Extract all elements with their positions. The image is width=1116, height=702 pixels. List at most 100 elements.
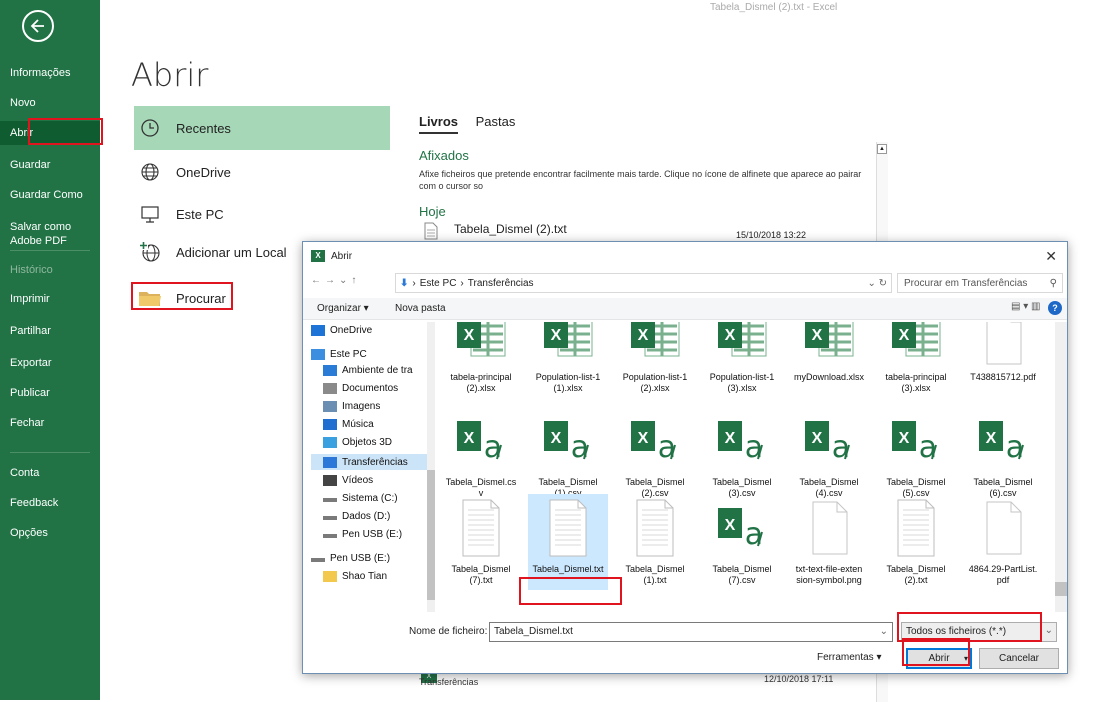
- new-folder-button[interactable]: Nova pasta: [395, 303, 446, 314]
- filename-field[interactable]: Tabela_Dismel.txt ⌄: [489, 622, 893, 642]
- backstage-item-abrir[interactable]: Abrir: [0, 121, 100, 145]
- blank-file-icon: [971, 496, 1035, 562]
- file-item[interactable]: Xa Tabela_Dismel (7).csv: [702, 494, 782, 590]
- excel-csv-icon: Xa: [623, 409, 687, 475]
- page-title: Abrir: [131, 56, 209, 94]
- location-recentes[interactable]: Recentes: [134, 106, 390, 150]
- file-item[interactable]: Tabela_Dismel.txt: [528, 494, 608, 590]
- file-item[interactable]: Xa Tabela_Dismel (1).csv: [528, 407, 608, 503]
- backstage-item-guardar-como[interactable]: Guardar Como: [0, 188, 100, 202]
- file-item[interactable]: Xtabela-principal (3).xlsx: [876, 322, 956, 416]
- tab-livros[interactable]: Livros: [419, 114, 459, 134]
- dropdown-arrow-icon[interactable]: ▾: [964, 654, 968, 663]
- nav-item[interactable]: Sistema (C:): [323, 490, 398, 506]
- nav-arrows[interactable]: ←→⌄↑: [311, 275, 360, 286]
- help-icon[interactable]: ?: [1048, 301, 1062, 315]
- pinned-heading: Afixados: [419, 148, 469, 163]
- file-item[interactable]: XmyDownload.xlsx: [789, 322, 869, 416]
- files-scroll-thumb[interactable]: [1055, 582, 1067, 596]
- file-item[interactable]: Xa Tabela_Dismel (2).csv: [615, 407, 695, 503]
- backstage-item-publicar[interactable]: Publicar: [0, 386, 100, 400]
- organize-button[interactable]: Organizar ▾: [317, 303, 369, 314]
- address-bar[interactable]: ⬇ › Este PC › Transferências ⌄ ↻: [395, 273, 892, 293]
- file-item[interactable]: Xa Tabela_Dismel (6).csv: [963, 407, 1043, 503]
- backstage-item-exportar[interactable]: Exportar: [0, 356, 100, 370]
- file-item[interactable]: T438815712.pdf: [963, 322, 1043, 416]
- nav-item[interactable]: Música: [323, 416, 374, 432]
- file-item[interactable]: X Population-list-1 (2).xlsx: [615, 322, 695, 416]
- drive-icon: [323, 498, 337, 502]
- file-item[interactable]: X Population-list-1 (3).xlsx: [702, 322, 782, 416]
- breadcrumb-este-pc[interactable]: Este PC: [420, 278, 457, 289]
- nav-scroll-thumb[interactable]: [427, 470, 435, 600]
- file-item[interactable]: Tabela_Dismel (7).txt: [441, 494, 521, 590]
- blank-file-icon: [797, 496, 861, 562]
- chevron-down-icon[interactable]: ⌄: [880, 626, 888, 637]
- svg-text:X: X: [899, 430, 910, 447]
- file-name: Population-list-1 (1).xlsx: [535, 372, 601, 393]
- file-item[interactable]: 4864.29-PartList. pdf: [963, 494, 1043, 590]
- backstage-item-guardar[interactable]: Guardar: [0, 158, 100, 172]
- dialog-bottom-bar: Nome de ficheiro: Tabela_Dismel.txt ⌄ To…: [303, 614, 1067, 674]
- nav-item[interactable]: Ambiente de tra: [323, 362, 413, 378]
- back-arrow-icon[interactable]: [22, 10, 54, 42]
- nav-item[interactable]: Este PC: [311, 346, 367, 362]
- window-title: Tabela_Dismel (2).txt - Excel: [710, 2, 838, 13]
- scroll-up-icon[interactable]: ▲: [877, 144, 887, 154]
- nav-item[interactable]: Dados (D:): [323, 508, 390, 524]
- backstage-item-salvar-pdf[interactable]: Salvar como Adobe PDF: [0, 220, 100, 248]
- file-item[interactable]: Xa Tabela_Dismel.cs v: [441, 407, 521, 503]
- nav-item[interactable]: OneDrive: [311, 322, 372, 338]
- address-row: ←→⌄↑ ⬇ › Este PC › Transferências ⌄ ↻ Pr…: [303, 270, 1067, 296]
- tab-pastas[interactable]: Pastas: [476, 114, 516, 129]
- nav-item-label: Shao Tian: [342, 570, 388, 582]
- nav-item[interactable]: Pen USB (E:): [311, 550, 390, 566]
- view-options-icon[interactable]: ▤ ▾ ▥: [1011, 301, 1040, 312]
- svg-text:X: X: [464, 430, 475, 447]
- recent-path: Transferências: [419, 677, 479, 687]
- file-item[interactable]: Xa Tabela_Dismel (4).csv: [789, 407, 869, 503]
- backstage-item-imprimir[interactable]: Imprimir: [0, 292, 100, 306]
- refresh-icon[interactable]: ⌄ ↻: [867, 278, 887, 289]
- nav-item[interactable]: Pen USB (E:): [323, 526, 402, 542]
- backstage-item-info[interactable]: Informações: [0, 66, 100, 80]
- file-item[interactable]: txt-text-file-exten sion-symbol.png: [789, 494, 869, 590]
- nav-item[interactable]: Documentos: [323, 380, 398, 396]
- backstage-item-novo[interactable]: Novo: [0, 96, 100, 110]
- nav-item[interactable]: Shao Tian: [323, 568, 387, 584]
- nav-item[interactable]: Transferências: [311, 454, 429, 470]
- breadcrumb-transferencias[interactable]: Transferências: [468, 278, 534, 289]
- backstage-item-partilhar[interactable]: Partilhar: [0, 324, 100, 338]
- excel-workbook-icon: X: [449, 322, 513, 372]
- tools-menu[interactable]: Ferramentas ▾: [817, 652, 882, 663]
- location-onedrive[interactable]: OneDrive: [134, 150, 390, 194]
- cancel-button[interactable]: Cancelar: [979, 648, 1059, 669]
- backstage-item-fechar[interactable]: Fechar: [0, 416, 100, 430]
- close-icon[interactable]: ✕: [1045, 248, 1057, 265]
- file-item[interactable]: Tabela_Dismel (1).txt: [615, 494, 695, 590]
- svg-text:X: X: [812, 327, 823, 344]
- search-input[interactable]: Procurar em Transferências ⚲: [897, 273, 1063, 293]
- folder-icon: [323, 570, 337, 582]
- files-scrollbar[interactable]: [1055, 322, 1067, 612]
- svg-text:X: X: [464, 327, 475, 344]
- file-item[interactable]: Xa Tabela_Dismel (3).csv: [702, 407, 782, 503]
- recent-file-name[interactable]: Tabela_Dismel (2).txt: [454, 222, 567, 236]
- backstage-item-feedback[interactable]: Feedback: [0, 496, 100, 510]
- file-item[interactable]: Xtabela-principal (2).xlsx: [441, 322, 521, 416]
- backstage-item-opcoes[interactable]: Opções: [0, 526, 100, 540]
- file-item[interactable]: Tabela_Dismel (2).txt: [876, 494, 956, 590]
- svg-text:X: X: [725, 517, 736, 534]
- open-button[interactable]: Abrir ▾: [906, 648, 972, 669]
- file-type-filter[interactable]: Todos os ficheiros (*.*) ⌄: [901, 622, 1057, 642]
- nav-item[interactable]: Objetos 3D: [323, 434, 392, 450]
- drive-icon: [323, 516, 337, 520]
- backstage-item-conta[interactable]: Conta: [0, 466, 100, 480]
- backstage-item-historico: Histórico: [10, 264, 53, 276]
- file-item[interactable]: Xa Tabela_Dismel (5).csv: [876, 407, 956, 503]
- nav-item[interactable]: Vídeos: [323, 472, 373, 488]
- svg-text:X: X: [899, 327, 910, 344]
- file-item[interactable]: X Population-list-1 (1).xlsx: [528, 322, 608, 416]
- nav-item[interactable]: Imagens: [323, 398, 380, 414]
- nav-item-label: Dados (D:): [342, 510, 391, 522]
